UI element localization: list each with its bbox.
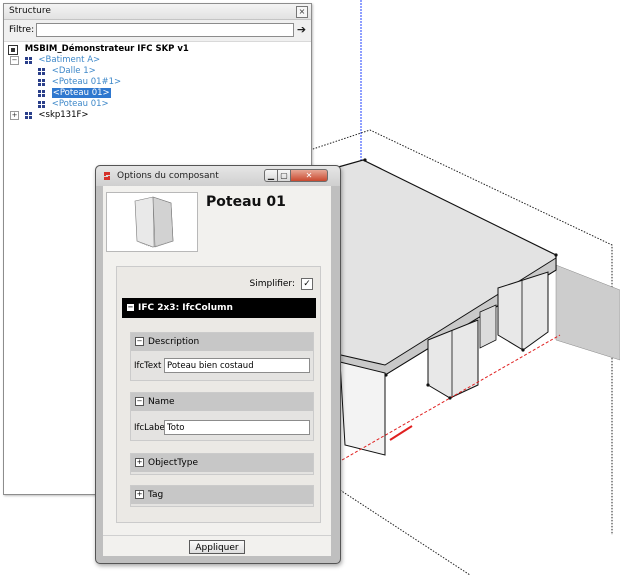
tree-item-poteau-01[interactable]: <Poteau 01>	[38, 99, 109, 110]
simplify-checkbox[interactable]: ✓	[301, 278, 313, 290]
tree-item-poteau-01-1[interactable]: <Poteau 01#1>	[38, 77, 121, 88]
ifc-class-label: IFC 2x3: IfcColumn	[138, 303, 233, 313]
collapse-icon[interactable]: −	[135, 397, 144, 406]
tree-item-batiment-a[interactable]: − <Batiment A>	[10, 55, 100, 66]
filter-row: Filtre: ➔	[4, 20, 311, 42]
ifctext-input[interactable]	[164, 358, 310, 373]
column-preview-icon	[134, 196, 174, 248]
component-name: Poteau 01	[206, 194, 286, 210]
section-header[interactable]: − Name	[131, 393, 313, 411]
filter-label: Filtre:	[9, 25, 35, 35]
tree-item-label: <Poteau 01>	[51, 88, 111, 98]
dialog-title: Options du composant	[117, 171, 219, 181]
component-icon	[24, 112, 32, 119]
section-header[interactable]: + Tag	[131, 486, 313, 504]
tree-item-label: <Dalle 1>	[51, 66, 96, 76]
dialog-footer: Appliquer	[103, 535, 331, 556]
filter-input[interactable]	[36, 23, 294, 37]
close-icon[interactable]: ✕	[290, 169, 328, 182]
section-title: Tag	[148, 490, 164, 500]
adjacent-wall	[555, 264, 620, 361]
column-front-left	[339, 361, 386, 456]
component-options-dialog: Options du composant ▁ ▢ ✕ Poteau 01 Sim…	[95, 165, 341, 564]
collapse-icon[interactable]: −	[135, 337, 144, 346]
tree-item-label: <Poteau 01#1>	[51, 77, 122, 87]
ifclabel-label: IfcLabel	[134, 423, 168, 433]
expand-toggle[interactable]: +	[10, 111, 19, 120]
section-tag: + Tag	[130, 485, 314, 507]
section-title: ObjectType	[148, 458, 198, 468]
dialog-body: Poteau 01 Simplifier: ✓ − IFC 2x3: IfcCol…	[103, 186, 331, 556]
expand-icon[interactable]: +	[135, 458, 144, 467]
section-title: Name	[148, 397, 175, 407]
component-icon	[38, 79, 45, 86]
maximize-icon[interactable]: ▢	[277, 169, 291, 182]
component-thumbnail	[106, 192, 198, 252]
section-name: − Name IfcLabel	[130, 392, 314, 441]
component-icon	[38, 90, 45, 97]
dialog-titlebar[interactable]: Options du composant ▁ ▢ ✕	[96, 166, 340, 186]
minimize-icon[interactable]: ▁	[264, 169, 278, 182]
collapse-toggle[interactable]: −	[10, 56, 19, 65]
collapse-icon[interactable]: −	[127, 304, 134, 311]
apply-button[interactable]: Appliquer	[189, 540, 245, 554]
tree-item-skp131f[interactable]: + <skp131F>	[10, 110, 89, 121]
structure-titlebar[interactable]: Structure ×	[4, 4, 311, 20]
model-icon	[8, 44, 18, 55]
tree-item-label: <Batiment A>	[38, 55, 101, 65]
section-objecttype: + ObjectType	[130, 453, 314, 475]
simplify-label: Simplifier:	[249, 279, 295, 289]
tree-item-label: <skp131F>	[38, 110, 89, 120]
tree-item-poteau-01-selected[interactable]: <Poteau 01>	[38, 88, 111, 99]
ifc-class-header[interactable]: − IFC 2x3: IfcColumn	[122, 298, 316, 318]
section-header[interactable]: + ObjectType	[131, 454, 313, 472]
tree-item-label: MSBIM_Démonstrateur IFC SKP v1	[24, 44, 189, 54]
ifclabel-input[interactable]	[164, 420, 310, 435]
section-title: Description	[148, 337, 200, 347]
arrow-right-icon[interactable]: ➔	[295, 23, 308, 36]
tree-item-dalle-1[interactable]: <Dalle 1>	[38, 66, 96, 77]
tree-item-model[interactable]: MSBIM_Démonstrateur IFC SKP v1	[8, 44, 189, 55]
component-icon	[38, 68, 45, 75]
ifc-properties-panel: Simplifier: ✓ − IFC 2x3: IfcColumn − Descr…	[116, 266, 321, 523]
component-icon	[38, 101, 45, 108]
component-icon	[24, 57, 32, 64]
section-description: − Description IfcText	[130, 332, 314, 381]
tree-item-label: <Poteau 01>	[51, 99, 109, 109]
section-header[interactable]: − Description	[131, 333, 313, 351]
sketchup-logo-icon	[104, 172, 110, 180]
close-icon[interactable]: ×	[296, 6, 308, 18]
ifctext-label: IfcText	[134, 361, 162, 371]
expand-icon[interactable]: +	[135, 490, 144, 499]
structure-title: Structure	[9, 6, 51, 16]
